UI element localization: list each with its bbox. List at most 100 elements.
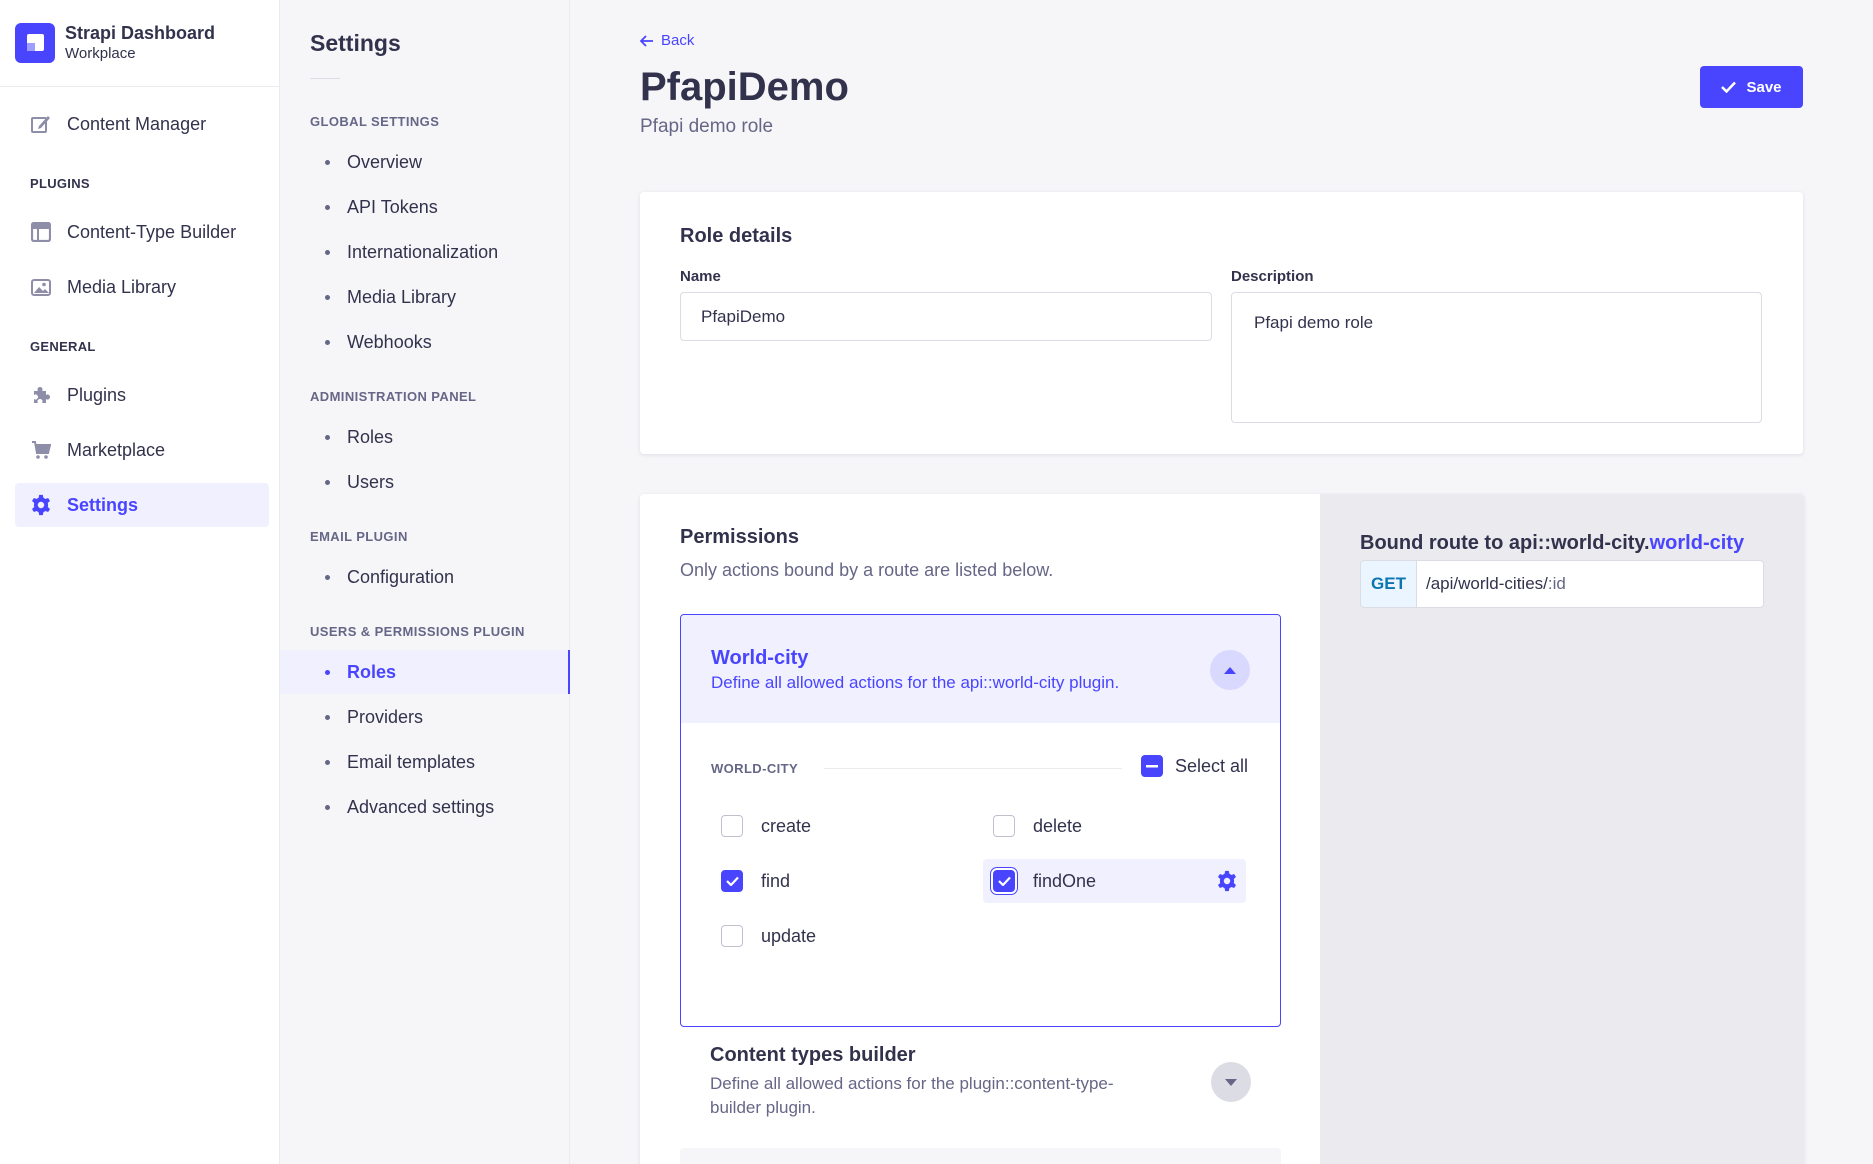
arrow-left-icon [640, 34, 653, 47]
subnav-section-admin: ADMINISTRATION PANEL [310, 389, 477, 404]
subnav-item-label: API Tokens [347, 196, 438, 217]
subnav-item-up-roles[interactable]: Roles [280, 650, 570, 694]
divider [824, 768, 1122, 769]
gear-icon [30, 494, 52, 516]
checkbox[interactable] [721, 925, 743, 947]
permission-create[interactable]: create [711, 804, 961, 848]
permission-find[interactable]: find [711, 859, 961, 903]
checkbox[interactable] [993, 815, 1015, 837]
select-all-checkbox[interactable]: Select all [1141, 755, 1248, 777]
indeterminate-checkbox-icon [1141, 755, 1163, 777]
role-details-card: Role details Name PfapiDemo Description … [640, 192, 1803, 454]
subnav-section-users-permissions: USERS & PERMISSIONS PLUGIN [310, 624, 525, 639]
subnav-item-label: Media Library [347, 286, 457, 307]
checkbox[interactable] [993, 870, 1015, 892]
brand-title: Strapi Dashboard [65, 23, 216, 43]
subnav-title: Settings [310, 30, 401, 56]
nav-item-content-type-builder[interactable]: Content-Type Builder [15, 210, 269, 254]
page-subtitle: Pfapi demo role [640, 116, 774, 137]
subnav-item-label: Roles [347, 426, 394, 447]
subnav-item-label: Users [347, 471, 395, 492]
checkbox[interactable] [721, 815, 743, 837]
subnav-item-api-tokens[interactable]: API Tokens [280, 185, 570, 229]
permissions-subtitle: Only actions bound by a route are listed… [680, 560, 1054, 580]
accordion-title: Content types builder [710, 1044, 916, 1066]
subnav-item-internationalization[interactable]: Internationalization [280, 230, 570, 274]
nav-item-label: Content-Type Builder [67, 221, 237, 242]
subnav-item-advanced-settings[interactable]: Advanced settings [280, 785, 570, 829]
nav-item-label: Marketplace [67, 439, 166, 460]
permissions-panel: Permissions Only actions bound by a rout… [640, 494, 1320, 1164]
accordion-header[interactable]: World-city Define all allowed actions fo… [681, 615, 1280, 723]
nav-item-settings[interactable]: Settings [15, 483, 269, 527]
subnav-item-users[interactable]: Users [280, 460, 570, 504]
nav-section-general: GENERAL [30, 339, 96, 354]
nav-item-marketplace[interactable]: Marketplace [15, 428, 269, 472]
subnav-item-label: Webhooks [347, 331, 432, 352]
image-icon [30, 276, 52, 298]
bound-route-panel: Bound route to api::world-city.world-cit… [1320, 494, 1804, 1164]
puzzle-icon [30, 384, 52, 406]
accordion-next [680, 1148, 1281, 1164]
description-label: Description [1231, 268, 1314, 285]
main-navigation: Strapi Dashboard Workplace Content Manag… [0, 0, 280, 1164]
nav-item-content-manager[interactable]: Content Manager [15, 102, 269, 146]
nav-item-label: Media Library [67, 276, 177, 297]
select-all-label: Select all [1175, 755, 1249, 776]
caret-down-icon [1225, 1078, 1237, 1086]
save-button[interactable]: Save [1700, 66, 1803, 108]
accordion-world-city: World-city Define all allowed actions fo… [680, 614, 1281, 1027]
route-path-text: /api/world-cities/ [1426, 574, 1548, 593]
permission-delete[interactable]: delete [983, 804, 1243, 848]
page-title: PfapiDemo [640, 65, 849, 109]
permission-findone[interactable]: findOne [983, 859, 1246, 903]
check-icon [1721, 81, 1737, 93]
subnav-item-label: Providers [347, 706, 424, 727]
accordion-toggle-button[interactable] [1211, 1062, 1251, 1102]
route-path: /api/world-cities/:id [1417, 561, 1566, 607]
subnav-item-media-library[interactable]: Media Library [280, 275, 570, 319]
nav-item-plugins[interactable]: Plugins [15, 373, 269, 417]
shopping-cart-icon [30, 439, 52, 461]
subnav-item-email-templates[interactable]: Email templates [280, 740, 570, 784]
group-label: WORLD-CITY [711, 761, 799, 776]
subnav-item-overview[interactable]: Overview [280, 140, 570, 184]
checkbox[interactable] [721, 870, 743, 892]
strapi-logo-icon [15, 23, 55, 63]
accordion-content-types-builder[interactable]: Content types builder Define all allowed… [680, 1042, 1281, 1162]
accordion-toggle-button[interactable] [1210, 650, 1250, 690]
divider [310, 78, 340, 79]
route-param: :id [1547, 574, 1566, 593]
nav-item-label: Plugins [67, 384, 127, 405]
back-link[interactable]: Back [640, 32, 694, 49]
subnav-item-label: Advanced settings [347, 796, 495, 817]
caret-up-icon [1224, 666, 1236, 674]
accordion-description-line: Define all allowed actions for the plugi… [710, 1074, 1114, 1093]
permission-label: create [761, 815, 812, 836]
gear-icon[interactable] [1216, 870, 1238, 897]
nav-section-plugins: PLUGINS [30, 176, 90, 191]
description-textarea[interactable]: Pfapi demo role [1231, 292, 1762, 423]
route-display: GET /api/world-cities/:id [1360, 560, 1764, 608]
subnav-item-providers[interactable]: Providers [280, 695, 570, 739]
name-input[interactable]: PfapiDemo [680, 292, 1212, 341]
check-icon [997, 876, 1011, 886]
http-method-badge: GET [1361, 561, 1417, 607]
subnav-item-label: Roles [347, 661, 397, 682]
subnav-item-configuration[interactable]: Configuration [280, 555, 570, 599]
back-link-label: Back [661, 32, 695, 49]
nav-item-media-library[interactable]: Media Library [15, 265, 269, 309]
permission-label: update [761, 925, 817, 946]
subnav-item-webhooks[interactable]: Webhooks [280, 320, 570, 364]
subnav-item-label: Overview [347, 151, 423, 172]
role-details-title: Role details [680, 225, 793, 247]
route-title-prefix: Bound route to api::world-city. [1360, 532, 1650, 554]
save-button-label: Save [1746, 78, 1782, 96]
accordion-description: Define all allowed actions for the plugi… [710, 1072, 1170, 1120]
subnav-item-label: Configuration [347, 566, 455, 587]
name-label: Name [680, 268, 721, 285]
permission-update[interactable]: update [711, 914, 961, 958]
subnav-item-admin-roles[interactable]: Roles [280, 415, 570, 459]
nav-item-label: Settings [67, 494, 139, 515]
brand-header[interactable]: Strapi Dashboard Workplace [0, 0, 279, 87]
